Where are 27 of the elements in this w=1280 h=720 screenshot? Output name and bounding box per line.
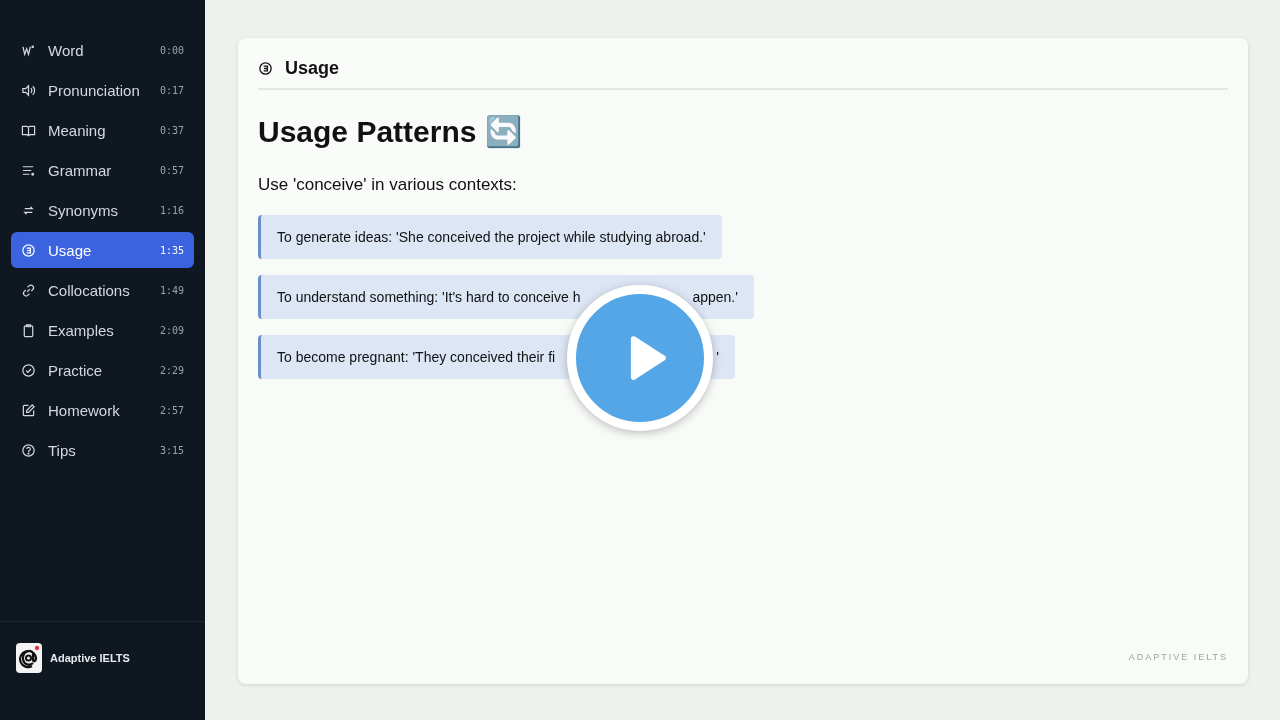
sidebar-item[interactable]: Grammar 0:57 [11, 152, 194, 188]
circle-icon [258, 61, 273, 76]
speaker-icon [21, 82, 36, 98]
watermark-text: ADAPTIVE IELTS [1128, 652, 1228, 662]
sidebar-item[interactable]: Synonyms 1:16 [11, 192, 194, 228]
w-letter-icon [21, 42, 36, 58]
brand-name: Adaptive IELTS [50, 652, 130, 664]
usage-pattern: To generate ideas: 'She conceived the project while studying abroad.' [258, 215, 722, 259]
sidebar-item[interactable]: Homework 2:57 [11, 392, 194, 428]
sidebar-item[interactable]: Word 0:00 [11, 32, 194, 68]
sidebar-item[interactable]: Collocations 1:49 [11, 272, 194, 308]
intro-text: Use 'conceive' in various contexts: [258, 175, 518, 195]
circle-icon [21, 242, 36, 258]
heading: Usage Patterns 🔄 [258, 114, 523, 149]
section-title: Usage [285, 58, 340, 79]
sidebar-item[interactable]: Pronunciation 0:17 [11, 72, 194, 108]
sidebar-item[interactable]: Tips 3:15 [11, 432, 194, 468]
sidebar-item[interactable]: Practice 2:29 [11, 352, 194, 388]
sidebar-item[interactable]: Usage 1:35 [11, 232, 194, 268]
sidebar-item[interactable]: Meaning 0:37 [11, 112, 194, 148]
help-icon [21, 442, 36, 458]
sidebar-item[interactable]: Examples 2:09 [11, 312, 194, 348]
link-icon [21, 282, 36, 298]
logo-icon [16, 643, 42, 673]
check-circle-icon [21, 362, 36, 378]
edit-icon [21, 402, 36, 418]
clipboard-icon [21, 322, 36, 338]
